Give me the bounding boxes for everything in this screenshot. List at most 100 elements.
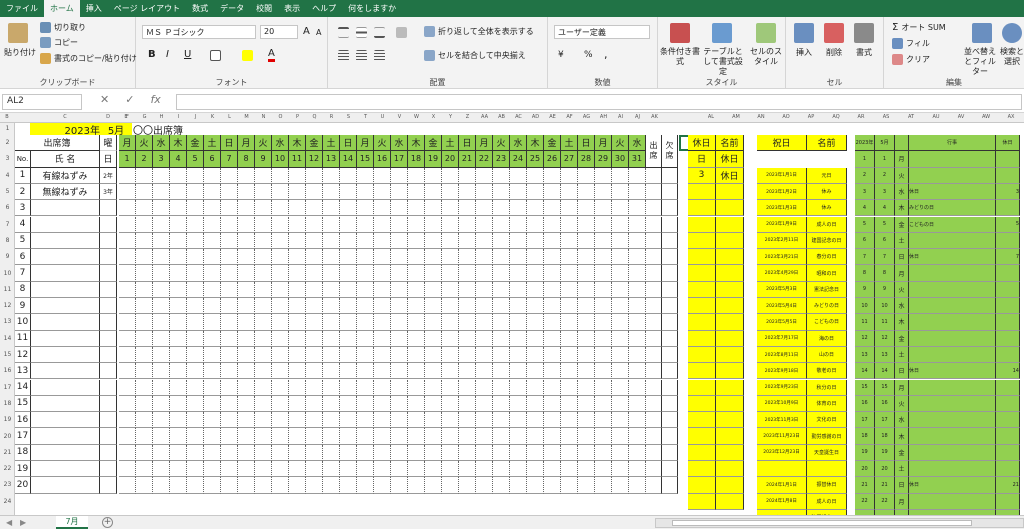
- attendance-cell[interactable]: [391, 183, 408, 201]
- attendance-cell[interactable]: [289, 346, 306, 364]
- attendance-cell[interactable]: [476, 232, 493, 250]
- attendance-cell[interactable]: [323, 461, 340, 478]
- row-header[interactable]: 18: [0, 400, 15, 407]
- attendance-cell[interactable]: [425, 281, 442, 298]
- weekday-cell[interactable]: 土: [204, 135, 221, 152]
- attendance-cell[interactable]: [238, 428, 255, 445]
- attendance-cell[interactable]: [595, 428, 612, 445]
- attendance-cell[interactable]: [442, 461, 459, 478]
- attendance-cell[interactable]: [187, 395, 204, 413]
- attendance-cell[interactable]: [629, 167, 646, 184]
- attendance-cell[interactable]: [119, 412, 136, 429]
- attendance-cell[interactable]: [408, 232, 425, 250]
- attendance-cell[interactable]: [374, 395, 391, 413]
- weekday-cell[interactable]: 水: [629, 135, 646, 152]
- attendance-cell[interactable]: [459, 346, 476, 364]
- attendance-cell[interactable]: [595, 330, 612, 347]
- column-header[interactable]: P: [296, 114, 299, 120]
- weekday-cell[interactable]: 金: [306, 135, 323, 152]
- attendance-cell[interactable]: [578, 330, 595, 347]
- attendance-cell[interactable]: [340, 363, 357, 380]
- attendance-cell[interactable]: [510, 298, 527, 315]
- attendance-cell[interactable]: [136, 265, 153, 282]
- attendance-cell[interactable]: [238, 444, 255, 461]
- absent-count[interactable]: [662, 281, 678, 298]
- student-name[interactable]: [31, 412, 100, 429]
- attendance-cell[interactable]: [340, 346, 357, 364]
- weekday-cell[interactable]: 火: [374, 135, 391, 152]
- holiday-date[interactable]: [688, 183, 716, 201]
- attendance-cell[interactable]: [357, 379, 374, 396]
- attendance-cell[interactable]: [476, 461, 493, 478]
- attendance-cell[interactable]: [442, 477, 459, 494]
- attendance-cell[interactable]: [561, 281, 578, 298]
- attendance-cell[interactable]: [425, 183, 442, 201]
- holiday-name[interactable]: [716, 395, 744, 413]
- day-cell[interactable]: 25: [527, 151, 544, 168]
- attendance-cell[interactable]: [153, 363, 170, 380]
- attendance-cell[interactable]: [476, 346, 493, 364]
- cal-cell[interactable]: 月: [895, 379, 909, 396]
- attendance-cell[interactable]: [408, 298, 425, 315]
- attendance-cell[interactable]: [408, 330, 425, 347]
- column-header[interactable]: G: [143, 114, 147, 120]
- attendance-cell[interactable]: [612, 281, 629, 298]
- student-name[interactable]: [31, 477, 100, 494]
- weekday-cell[interactable]: 木: [408, 135, 425, 152]
- student-name[interactable]: [31, 216, 100, 233]
- day-cell[interactable]: 18: [408, 151, 425, 168]
- attendance-cell[interactable]: [476, 183, 493, 201]
- holiday-list-date[interactable]: 2023年2月11日: [757, 232, 807, 250]
- cal-cell[interactable]: 休日: [909, 249, 996, 266]
- cal-cell[interactable]: [996, 379, 1020, 396]
- attendance-cell[interactable]: [476, 363, 493, 380]
- attendance-cell[interactable]: [476, 444, 493, 461]
- attendance-cell[interactable]: [221, 477, 238, 494]
- attendance-cell[interactable]: [408, 363, 425, 380]
- attendance-cell[interactable]: [357, 249, 374, 266]
- absent-count[interactable]: [662, 428, 678, 445]
- title-cell[interactable]: 〇〇出席簿: [133, 123, 253, 136]
- attendance-cell[interactable]: [391, 477, 408, 494]
- attendance-cell[interactable]: [510, 232, 527, 250]
- attendance-cell[interactable]: [221, 281, 238, 298]
- conditional-format-button[interactable]: 条件付き書式: [660, 47, 700, 67]
- attendance-cell[interactable]: [510, 395, 527, 413]
- attendance-cell[interactable]: [255, 477, 272, 494]
- attendance-cell[interactable]: [289, 428, 306, 445]
- attendance-cell[interactable]: [323, 216, 340, 233]
- weekday-cell[interactable]: 日: [221, 135, 238, 152]
- horizontal-scrollbar[interactable]: [655, 518, 1024, 528]
- attendance-cell[interactable]: [170, 412, 187, 429]
- attendance-cell[interactable]: [187, 477, 204, 494]
- cal-cell[interactable]: 休日: [909, 477, 996, 494]
- attendance-cell[interactable]: [357, 330, 374, 347]
- attendance-cell[interactable]: [255, 167, 272, 184]
- attendance-cell[interactable]: [340, 183, 357, 201]
- attendance-cell[interactable]: [204, 183, 221, 201]
- attendance-cell[interactable]: [323, 428, 340, 445]
- attendance-cell[interactable]: [255, 232, 272, 250]
- cal-cell[interactable]: 21: [996, 477, 1020, 494]
- attendance-cell[interactable]: [221, 216, 238, 233]
- row-number[interactable]: 11: [15, 330, 31, 347]
- attendance-cell[interactable]: [136, 363, 153, 380]
- student-grade[interactable]: [100, 298, 117, 315]
- cal-cell[interactable]: 16: [875, 395, 895, 413]
- attendance-cell[interactable]: [459, 200, 476, 217]
- holiday-name[interactable]: 休日: [716, 167, 744, 184]
- attendance-cell[interactable]: [544, 314, 561, 331]
- column-header[interactable]: AH: [600, 114, 607, 120]
- holiday-list-name[interactable]: 成人の日: [807, 493, 847, 510]
- attendance-cell[interactable]: [612, 477, 629, 494]
- holiday-list-name[interactable]: 昭和の日: [807, 265, 847, 282]
- attendance-cell[interactable]: [306, 232, 323, 250]
- attendance-cell[interactable]: [306, 412, 323, 429]
- attendance-cell[interactable]: [340, 298, 357, 315]
- attendance-cell[interactable]: [221, 346, 238, 364]
- holiday-list-name[interactable]: [807, 461, 847, 478]
- attendance-cell[interactable]: [306, 216, 323, 233]
- attendance-cell[interactable]: [374, 200, 391, 217]
- attendance-cell[interactable]: [187, 281, 204, 298]
- attend-count[interactable]: [646, 379, 662, 396]
